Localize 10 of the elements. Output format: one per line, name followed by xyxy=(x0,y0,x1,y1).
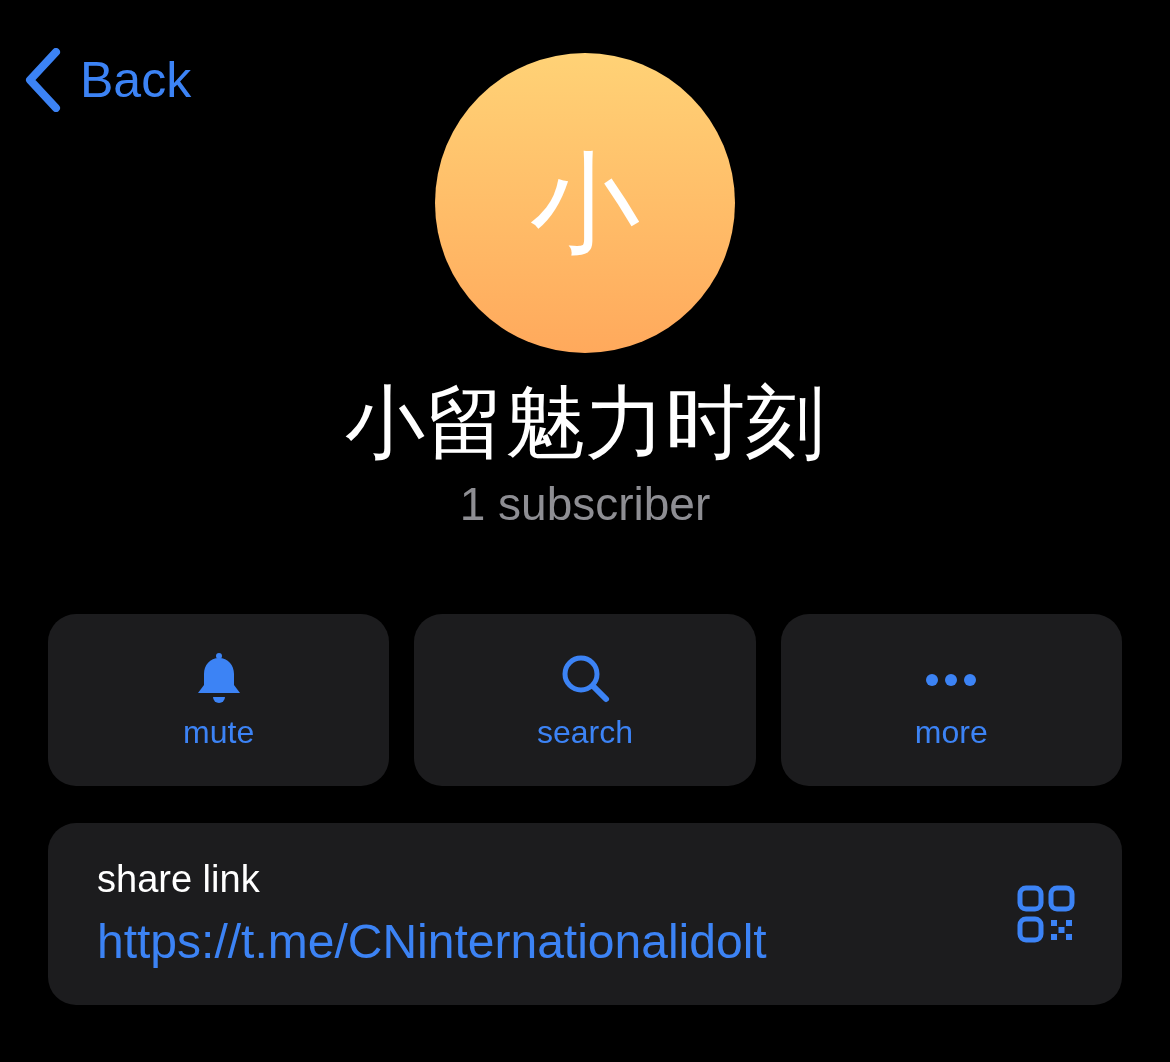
subscriber-count: 1 subscriber xyxy=(459,481,711,527)
avatar: 小 xyxy=(435,53,735,353)
mute-button[interactable]: mute xyxy=(48,614,390,786)
channel-name: 小留魅力时刻 xyxy=(345,383,825,463)
qr-code-icon[interactable] xyxy=(1017,885,1075,943)
back-button[interactable]: Back xyxy=(22,48,192,112)
share-link[interactable]: https://t.me/CNinternationalidolt xyxy=(97,911,767,972)
share-link-label: share link xyxy=(97,857,261,903)
search-button[interactable]: search xyxy=(414,614,756,786)
more-button[interactable]: more xyxy=(780,614,1122,786)
